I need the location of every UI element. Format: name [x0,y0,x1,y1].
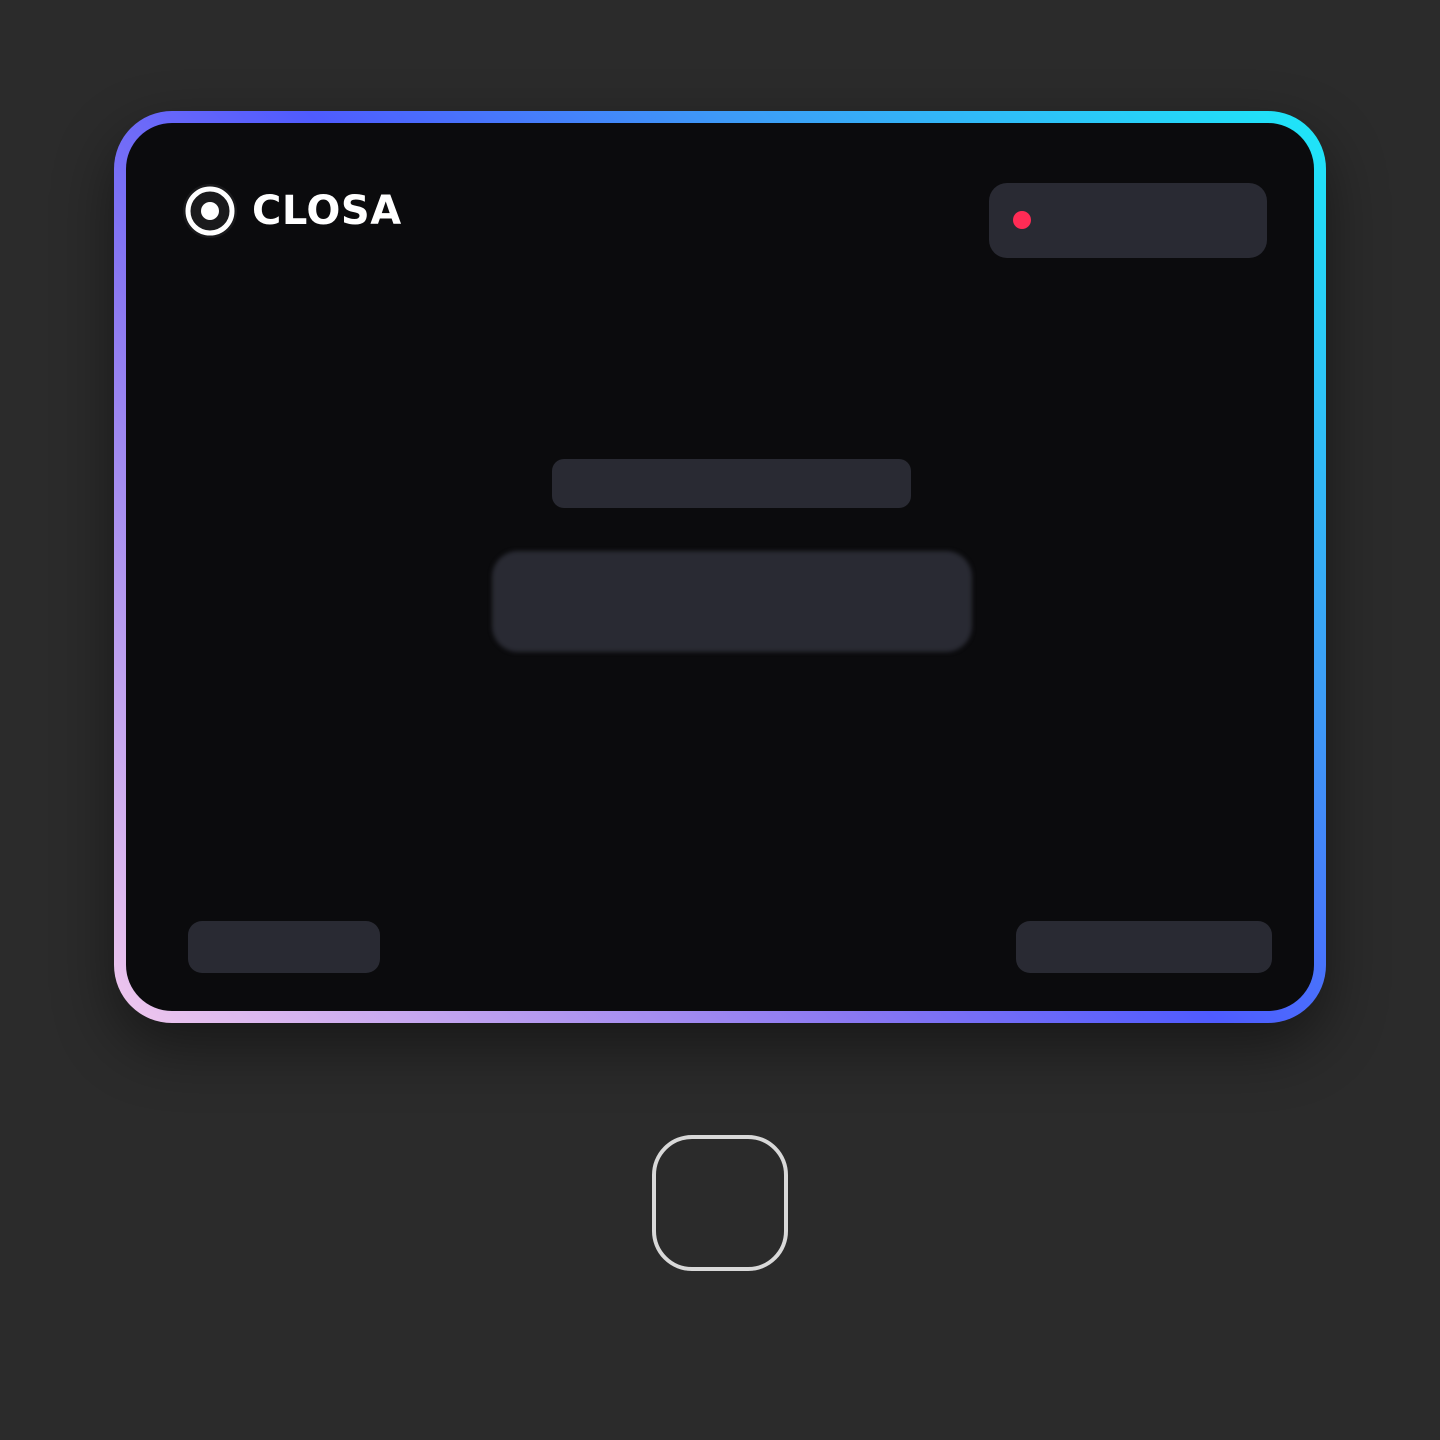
footer-right-placeholder [1016,921,1272,973]
brand-name: CLOSA [252,188,402,234]
status-pill [989,183,1267,258]
footer-left-placeholder [188,921,380,973]
status-dot-icon [1013,211,1031,229]
primary-action-button[interactable] [492,551,972,652]
target-icon [183,184,237,238]
brand-header: CLOSA [182,183,402,239]
home-button[interactable] [652,1135,788,1271]
device-screen-frame: CLOSA [114,111,1326,1023]
heading-placeholder [552,459,911,508]
app-screen: CLOSA [126,123,1314,1011]
